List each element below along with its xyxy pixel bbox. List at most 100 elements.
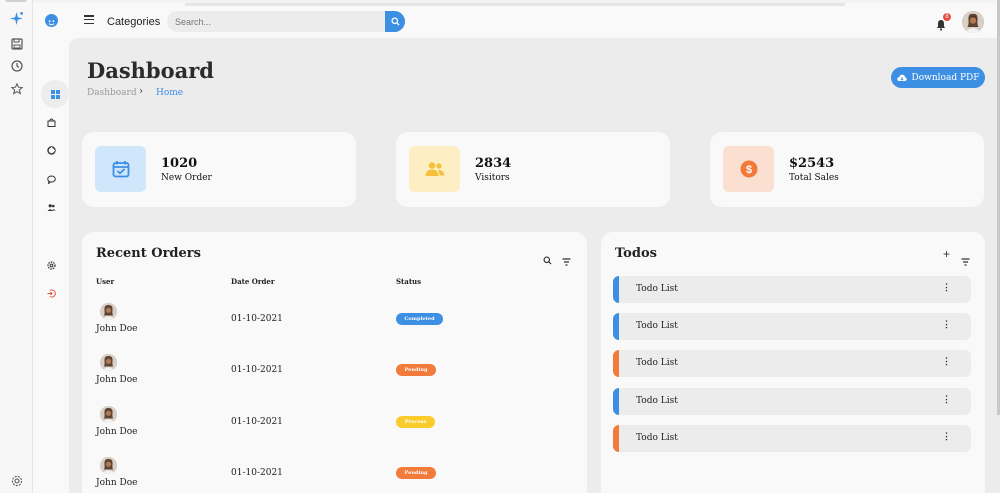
status-badge: Pending [396, 364, 436, 376]
download-pdf-label: Download PDF [911, 72, 980, 83]
search-button[interactable] [385, 11, 405, 32]
more-options-icon[interactable]: ⋮ [942, 395, 951, 405]
sidebar-item-team[interactable] [39, 195, 63, 219]
todo-item[interactable]: Todo List ⋮ [613, 350, 971, 377]
stat-value: $2543 [789, 156, 835, 171]
profile-avatar[interactable] [962, 11, 984, 33]
save-page-icon[interactable] [8, 35, 25, 52]
people-icon [409, 146, 460, 192]
more-options-icon[interactable]: ⋮ [942, 357, 951, 367]
search-bar [167, 11, 405, 32]
history-clock-icon[interactable] [8, 57, 25, 74]
todo-color-marker [613, 425, 619, 452]
grid-icon [50, 89, 60, 99]
top-navbar: Categories 8 [33, 3, 1000, 43]
categories-link[interactable]: Categories [107, 16, 160, 28]
more-options-icon[interactable]: ⋮ [942, 320, 951, 330]
todo-item[interactable]: Todo List ⋮ [613, 388, 971, 415]
dashboard-app: Categories 8 [33, 0, 1000, 493]
order-user-name: John Doe [96, 324, 138, 334]
search-icon[interactable] [543, 250, 552, 269]
column-header-date: Date Order [231, 277, 275, 286]
stat-card-orders: 1020 New Order [82, 132, 356, 207]
todo-text: Todo List [636, 284, 678, 294]
search-input[interactable] [175, 14, 375, 29]
notification-badge: 8 [942, 12, 952, 22]
breadcrumb-home[interactable]: Home [156, 88, 183, 98]
search-icon [390, 17, 400, 26]
stat-label: New Order [161, 173, 212, 183]
todo-item[interactable]: Todo List ⋮ [613, 425, 971, 452]
todo-color-marker [613, 388, 619, 415]
top-divider [185, 3, 845, 6]
order-user-name: John Doe [96, 478, 138, 488]
browser-settings-icon[interactable] [8, 472, 25, 489]
order-user-name: John Doe [96, 427, 138, 437]
todo-item[interactable]: Todo List ⋮ [613, 313, 971, 340]
column-header-user: User [96, 277, 115, 286]
more-options-icon[interactable]: ⋮ [942, 283, 951, 293]
sidebar-item-messages[interactable] [39, 167, 63, 191]
user-avatar [100, 406, 117, 423]
column-header-status: Status [396, 277, 422, 286]
todo-item[interactable]: Todo List ⋮ [613, 276, 971, 303]
browser-tab-edge [5, 0, 27, 2]
order-date: 01-10-2021 [231, 468, 283, 478]
user-avatar [100, 354, 117, 371]
download-pdf-button[interactable]: Download PDF [891, 67, 985, 88]
todo-color-marker [613, 313, 619, 340]
user-avatar [100, 457, 117, 474]
page-title: Dashboard [87, 58, 214, 83]
order-date: 01-10-2021 [231, 365, 283, 375]
stat-value: 2834 [475, 156, 512, 171]
panel-title: Recent Orders [96, 246, 201, 261]
panel-title: Todos [615, 246, 657, 261]
filter-icon[interactable] [562, 251, 571, 270]
gear-icon [46, 260, 56, 270]
stat-card-sales: $ $2543 Total Sales [710, 132, 984, 207]
cloud-download-icon [896, 74, 907, 81]
chevron-right-icon: › [139, 86, 143, 97]
logout-icon [47, 289, 56, 297]
todo-color-marker [613, 350, 619, 377]
browser-sidebar [0, 0, 33, 493]
order-date: 01-10-2021 [231, 314, 283, 324]
add-icon[interactable]: + [943, 247, 950, 261]
sidebar-item-store[interactable] [39, 110, 63, 134]
sidebar-item-settings[interactable] [39, 253, 63, 277]
filter-icon[interactable] [961, 251, 970, 270]
status-badge: Process [396, 416, 435, 428]
sidebar-item-analytics[interactable] [39, 138, 63, 162]
svg-text:$: $ [745, 164, 751, 176]
shopping-bag-icon [47, 118, 55, 127]
chat-icon [46, 175, 56, 184]
todo-color-marker [613, 276, 619, 303]
star-icon[interactable] [8, 80, 25, 97]
breadcrumb-dashboard[interactable]: Dashboard [87, 88, 137, 98]
user-avatar [100, 303, 117, 320]
users-icon [47, 203, 56, 211]
order-date: 01-10-2021 [231, 417, 283, 427]
todo-text: Todo List [636, 433, 678, 443]
todo-text: Todo List [636, 396, 678, 406]
sidebar-item-dashboard[interactable] [41, 80, 69, 108]
calendar-check-icon [95, 146, 146, 192]
status-badge: Completed [396, 313, 443, 325]
stat-label: Total Sales [789, 173, 839, 183]
order-user-name: John Doe [96, 375, 138, 385]
pie-chart-icon [46, 145, 56, 155]
todo-text: Todo List [636, 358, 678, 368]
stat-value: 1020 [161, 156, 198, 171]
main-content: Dashboard Dashboard › Home Download PDF … [69, 38, 1000, 493]
todos-panel: Todos + Todo List ⋮ Todo List ⋮ Todo List ⋮ To… [601, 232, 985, 493]
recent-orders-panel: Recent Orders User Date Order Status Joh… [82, 232, 587, 493]
stat-label: Visitors [475, 173, 510, 183]
hamburger-menu-icon[interactable] [84, 15, 94, 25]
sparkle-icon[interactable] [8, 10, 25, 27]
brand-logo-icon[interactable] [45, 14, 58, 27]
todo-text: Todo List [636, 321, 678, 331]
dollar-circle-icon: $ [723, 146, 774, 192]
sidebar-item-logout[interactable] [39, 281, 63, 305]
status-badge: Pending [396, 467, 436, 479]
more-options-icon[interactable]: ⋮ [942, 432, 951, 442]
